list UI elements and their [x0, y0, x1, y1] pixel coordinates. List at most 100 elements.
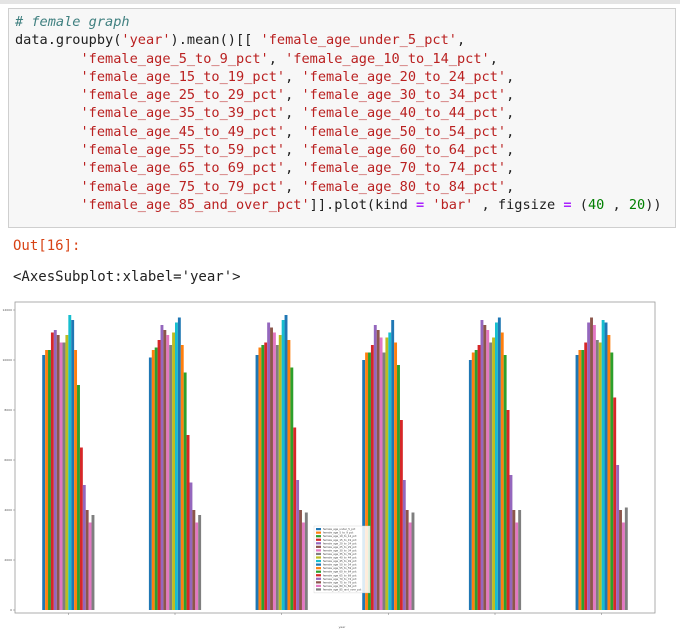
bar [590, 317, 593, 610]
bar [379, 337, 383, 610]
code-token: , [285, 87, 302, 104]
bar [509, 475, 513, 610]
code-token: , [268, 50, 286, 67]
bar [189, 482, 193, 610]
code-token: , [506, 68, 515, 85]
code-token: 20 [628, 196, 646, 213]
code-line: 'female_age_25_to_29_pct', 'female_age_3… [15, 86, 662, 104]
bar [500, 332, 504, 610]
code-token: 'female_age_40_to_44_pct' [301, 105, 507, 122]
code-token: 'female_age_15_to_19_pct' [80, 68, 286, 85]
bar [255, 355, 259, 610]
bar [62, 342, 66, 610]
code-token: 'year' [121, 32, 171, 49]
code-editor[interactable]: # female graph data.groupby('year').mean(… [15, 13, 662, 214]
bar [382, 352, 386, 610]
code-line: # female graph [15, 13, 662, 31]
legend-swatch [316, 528, 321, 531]
code-token: ( [571, 196, 588, 213]
bar [598, 342, 602, 610]
code-token: 'female_age_30_to_34_pct' [301, 87, 507, 104]
bar [50, 332, 54, 610]
y-tick-label: 4000 [4, 508, 12, 512]
bar [172, 332, 175, 610]
code-token: , [506, 160, 515, 177]
bar [584, 342, 588, 610]
code-token: 40 [587, 196, 605, 213]
bar-chart: 0 2000 4000 6000 8000 10000 12000 year female_… [0, 298, 680, 636]
bar [587, 322, 591, 610]
code-token: 'female_age_70_to_74_pct' [301, 160, 507, 177]
bar [198, 515, 202, 610]
bar [370, 345, 374, 610]
bar [619, 510, 622, 610]
code-token: 'female_age_85_and_over_pct' [80, 196, 310, 213]
output-prompt: Out[16]: [13, 238, 81, 254]
bar [278, 335, 282, 610]
code-token: , [506, 178, 515, 195]
y-tick-label: 2000 [4, 558, 12, 562]
bar [468, 360, 472, 610]
bar [290, 367, 294, 610]
legend-label: female_age_75_to_79_pct [323, 580, 357, 584]
bar [160, 325, 164, 610]
code-line: 'female_age_35_to_39_pct', 'female_age_4… [15, 104, 662, 122]
bar-chart-figure: 0 2000 4000 6000 8000 10000 12000 year female_… [0, 298, 680, 636]
bar [74, 350, 78, 610]
legend-swatch [316, 581, 321, 584]
bar [480, 320, 484, 610]
y-tick-label: 12000 [2, 308, 12, 312]
bar [607, 335, 611, 610]
bar [82, 485, 86, 610]
bar [163, 330, 167, 610]
x-axis-label: year [339, 625, 346, 629]
code-token: 'female_age_80_to_84_pct' [301, 178, 507, 195]
bar [515, 522, 519, 610]
code-token: , [604, 196, 629, 213]
legend-swatch [316, 559, 321, 563]
bar [471, 352, 475, 610]
legend-swatch [316, 584, 321, 587]
legend-label: female_age_25_to_29_pct [323, 545, 357, 549]
code-token: 'female_age_50_to_54_pct' [301, 123, 507, 140]
code-line: 'female_age_85_and_over_pct']].plot(kind… [15, 196, 662, 214]
code-token: 'female_age_under_5_pct' [260, 32, 457, 49]
output-repr: <AxesSubplot:xlabel='year'> [13, 269, 241, 285]
bar [157, 340, 161, 610]
bar [495, 322, 498, 610]
bar [261, 345, 265, 610]
y-tick-label: 0 [10, 608, 12, 612]
bar [272, 332, 276, 610]
code-token: , [285, 160, 302, 177]
bar [264, 342, 268, 610]
legend-swatch [316, 531, 321, 534]
code-cell[interactable]: # female graph data.groupby('year').mean(… [8, 8, 676, 228]
bar [595, 340, 599, 610]
code-token: 'female_age_45_to_49_pct' [80, 123, 286, 140]
window-top-bar [0, 0, 680, 4]
bar [59, 342, 63, 610]
legend-swatch [316, 588, 321, 591]
bar [48, 350, 51, 610]
bar [287, 340, 291, 610]
bar [575, 355, 579, 610]
legend-label: female_age_5_to_9_pct [323, 531, 353, 535]
bar [616, 465, 620, 610]
legend-swatch [316, 574, 321, 577]
bar [258, 347, 262, 610]
bar [385, 337, 389, 610]
bar [56, 335, 60, 610]
code-token: )) [645, 196, 662, 213]
bar [373, 325, 377, 610]
bar [483, 325, 487, 610]
bar [391, 320, 395, 610]
code-token: , [456, 32, 466, 49]
code-token: 'female_age_20_to_24_pct' [301, 68, 507, 85]
bar [512, 510, 516, 610]
code-token: ).mean()[[ [170, 32, 261, 49]
bar [186, 435, 190, 610]
y-tick-label: 10000 [2, 358, 12, 362]
